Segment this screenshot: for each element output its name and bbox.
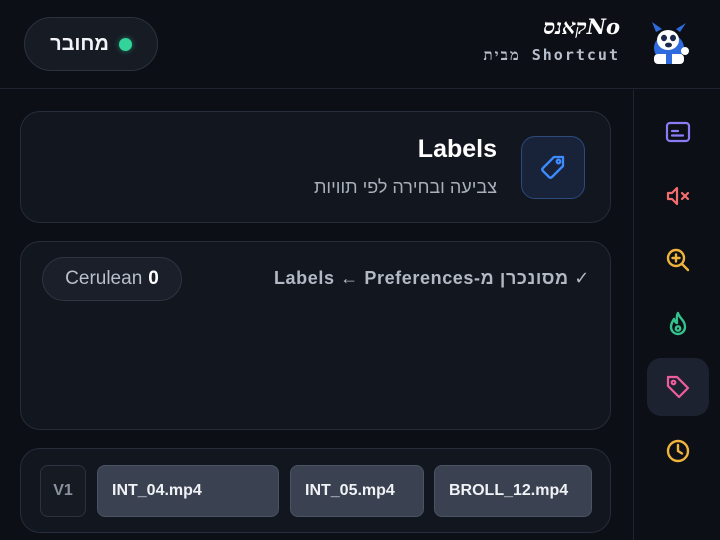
chip-color-name: Cerulean xyxy=(65,268,143,289)
tag-icon xyxy=(541,155,565,179)
clock-icon xyxy=(666,439,690,463)
page-subtitle: צביעה ובחירה לפי תוויות xyxy=(314,177,497,197)
label-sync-card: ✓ מסונכרן מ-Labels ← Preferences Cerulea… xyxy=(20,241,611,430)
brand-subtitle: מבית Shortcut xyxy=(483,46,620,64)
zoom-in-icon xyxy=(666,248,690,272)
chip-count: 0 xyxy=(148,268,159,289)
page-title: Labels xyxy=(417,135,497,163)
sync-status-text: ✓ מסונכרן מ-Labels ← Preferences xyxy=(273,268,590,288)
sidebar-item-flame[interactable] xyxy=(647,295,709,353)
labels-header-card: Labels צביעה ובחירה לפי תוויות xyxy=(20,111,611,223)
app-header: מחובר קאנסNo מבית Shortcut xyxy=(0,0,720,89)
sidebar-item-subtitles[interactable] xyxy=(647,103,709,161)
mascot-dog-icon xyxy=(652,22,689,64)
tag-icon xyxy=(666,375,690,399)
timeline-track: V1 INT_04.mp4 INT_05.mp4 BROLL_12.mp4 xyxy=(20,448,611,533)
sidebar-item-mute[interactable] xyxy=(647,167,709,225)
tool-sidebar xyxy=(633,90,720,540)
sidebar-item-zoom[interactable] xyxy=(647,231,709,289)
connection-status-pill[interactable]: מחובר xyxy=(24,17,158,71)
flame-icon xyxy=(669,311,687,336)
mute-icon xyxy=(666,186,690,206)
labels-tag-tile xyxy=(521,136,585,199)
timeline-clip[interactable]: BROLL_12.mp4 xyxy=(434,465,592,517)
sidebar-item-labels[interactable] xyxy=(647,358,709,416)
timeline-clip[interactable]: INT_04.mp4 xyxy=(97,465,279,517)
brand: קאנסNo מבית Shortcut xyxy=(484,14,620,65)
subtitles-icon xyxy=(665,121,691,143)
timeline-clip[interactable]: INT_05.mp4 xyxy=(290,465,424,517)
track-label: V1 xyxy=(40,465,86,517)
color-label-chip[interactable]: Cerulean 0 xyxy=(42,257,182,301)
connection-status-label: מחובר xyxy=(50,32,109,55)
brand-logo: קאנסNo xyxy=(543,14,620,39)
status-dot-icon xyxy=(118,37,132,51)
sidebar-item-history[interactable] xyxy=(647,422,709,480)
